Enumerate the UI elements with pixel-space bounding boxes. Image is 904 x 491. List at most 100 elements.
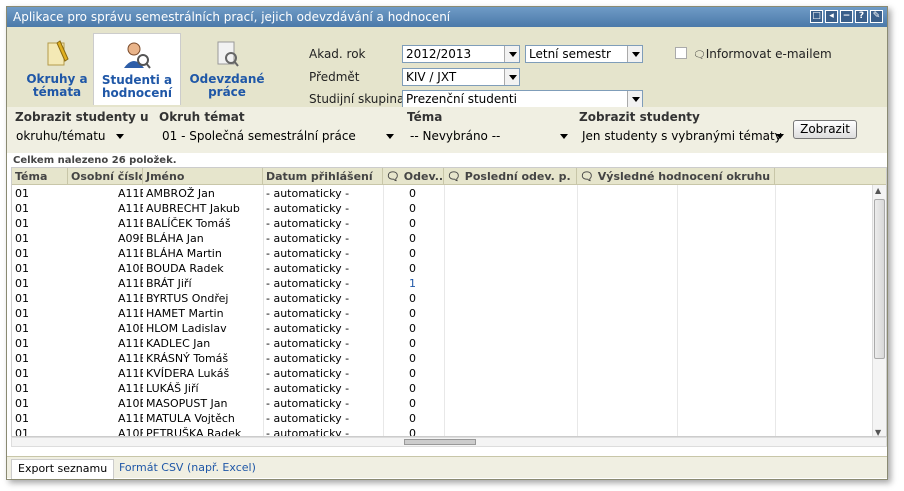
table-row[interactable]: 01 A09B0181PBLÁHA Jan - automaticky - 0 (12, 231, 874, 246)
table-cell: A11B0360P (118, 307, 143, 320)
table-cell: - automaticky - (266, 292, 350, 305)
zobrazit-studenty-select[interactable]: Jen studenty s vybranými tématy (579, 128, 787, 146)
back-icon[interactable]: ◂ (825, 10, 838, 23)
scroll-down-icon[interactable]: ▼ (875, 428, 881, 436)
restore-icon[interactable]: □ (810, 10, 823, 23)
table-cell: - automaticky - (266, 382, 350, 395)
table-cell: 0 (409, 292, 416, 305)
table-cell: 0 (409, 217, 416, 230)
scroll-thumb[interactable] (874, 199, 885, 359)
tab-okruhy[interactable]: Okruhy a témata (13, 33, 101, 105)
comment-icon: 🗨 (386, 170, 404, 183)
col-posledni[interactable]: 🗨 Poslední odev. p. (444, 168, 577, 185)
table-cell: BRÁT Jiří (146, 277, 192, 290)
table-row[interactable]: 01 A11B0421PKVÍDERA Lukáš - automaticky - 0 (12, 366, 874, 381)
table-cell: A11B0429P (118, 412, 143, 425)
zobrazit-u-select[interactable]: okruhu/tématu (13, 128, 127, 146)
table-row[interactable]: 01 A11B0311PBALÍČEK Tomáš - automaticky - 0 (12, 216, 874, 231)
zobrazit-button[interactable]: Zobrazit (793, 120, 857, 139)
filter-h4: Zobrazit studenty (579, 110, 700, 124)
table-cell: 0 (409, 262, 416, 275)
table-row[interactable]: 01 A11B0414PKRÁSNÝ Tomáš - automaticky - 0 (12, 351, 874, 366)
chevron-down-icon (627, 46, 642, 62)
table-cell: 01 (15, 247, 29, 260)
col-datum[interactable]: Datum přihlášení (263, 168, 383, 185)
scroll-up-icon[interactable]: ▲ (875, 186, 881, 195)
table-row[interactable]: 01 A11B0304PAMBROŽ Jan - automaticky - 0 (12, 186, 874, 201)
table-cell: 01 (15, 202, 29, 215)
chevron-down-icon (504, 69, 519, 85)
email-checkbox[interactable] (675, 47, 687, 59)
table-cell: - automaticky - (266, 232, 350, 245)
okruh-select[interactable]: 01 - Společná semestrální práce (159, 128, 397, 146)
vertical-scrollbar[interactable]: ▲ ▼ (872, 185, 886, 436)
csv-link[interactable]: Formát CSV (např. Excel) (119, 461, 256, 474)
table-row[interactable]: 01 A10B0633PMASOPUST Jan - automaticky - 0 (12, 396, 874, 411)
table-cell: 0 (409, 412, 416, 425)
table-cell: - automaticky - (266, 262, 350, 275)
table-cell: - automaticky - (266, 187, 350, 200)
col-tema[interactable]: Téma (12, 168, 68, 185)
table-row[interactable]: 01 A11B0426PLUKÁŠ Jiří - automaticky - 0 (12, 381, 874, 396)
tab-export[interactable]: Export seznamu (11, 459, 115, 479)
table-cell: - automaticky - (266, 427, 350, 437)
col-osobni[interactable]: Osobní číslo (68, 168, 143, 185)
table-row[interactable]: 01 A10B0655PPETRUŠKA Radek - automaticky -… (12, 426, 874, 437)
skupina-select[interactable]: Prezenční studenti (402, 90, 643, 108)
edit-icon[interactable]: ✎ (870, 10, 883, 23)
table-row[interactable]: 01 A10B0564PHLOM Ladislav - automaticky - 0 (12, 321, 874, 336)
table-cell: A10B0633P (118, 397, 143, 410)
table-cell: BOUDA Radek (146, 262, 224, 275)
tab-studenti[interactable]: Studenti a hodnocení (93, 33, 181, 105)
table-body: 01A11B0304PAMBROŽ Jan- automaticky -001A… (12, 186, 874, 437)
document-pen-icon (47, 40, 69, 66)
chevron-down-icon (504, 46, 519, 62)
table-cell: 01 (15, 187, 29, 200)
hscroll-thumb[interactable] (404, 439, 476, 445)
table-cell: 01 (15, 232, 29, 245)
help-icon[interactable]: ? (855, 10, 868, 23)
table-cell: 0 (409, 202, 416, 215)
table-cell: HAMET Martin (146, 307, 224, 320)
table-row[interactable]: 01 A11B0395PKADLEC Jan - automaticky - 0 (12, 336, 874, 351)
table-cell: - automaticky - (266, 202, 350, 215)
chevron-down-icon (627, 91, 642, 107)
table-cell: BYRTUS Ondřej (146, 292, 229, 305)
horizontal-scrollbar[interactable] (11, 437, 887, 447)
col-jmeno[interactable]: Jméno (143, 168, 263, 185)
table-row[interactable]: 01 A11B0809PBRÁT Jiří - automaticky - 1 (12, 276, 874, 291)
table-cell: 0 (409, 247, 416, 260)
table-cell: 01 (15, 352, 29, 365)
table-cell: 01 (15, 217, 29, 230)
chevron-down-icon (556, 128, 571, 144)
table-row[interactable]: 01 A11B0323PBLÁHA Martin - automaticky - 0 (12, 246, 874, 261)
table-row[interactable]: 01 A10B0530PBOUDA Radek - automaticky - 0 (12, 261, 874, 276)
table-cell: 0 (409, 187, 416, 200)
table-cell: AUBRECHT Jakub (146, 202, 240, 215)
table-row[interactable]: 01 A11B0331PBYRTUS Ondřej - automaticky - 0 (12, 291, 874, 306)
tema-select[interactable]: -- Nevybráno -- (407, 128, 571, 146)
window-controls: □ ◂ − ? ✎ (810, 10, 883, 23)
col-hodnoceni[interactable]: 🗨 Výsledné hodnocení okruhu (577, 168, 775, 185)
table-row[interactable]: 01 A11B0429PMATULA Vojtěch - automaticky -… (12, 411, 874, 426)
result-count: Celkem nalezeno 26 položek. (13, 155, 177, 166)
predmet-label: Předmět (309, 70, 360, 84)
minimize-icon[interactable]: − (840, 10, 853, 23)
col-odev[interactable]: 🗨 Odev.. (383, 168, 444, 185)
semestr-select[interactable]: Letní semestr (525, 45, 643, 63)
table-cell: - automaticky - (266, 397, 350, 410)
table-cell: 0 (409, 352, 416, 365)
table-cell: 1 (409, 277, 416, 290)
tab-odevzdane[interactable]: Odevzdané práce (183, 33, 271, 105)
table-cell: A11B0809P (118, 277, 143, 290)
table-row[interactable]: 01 A11B0360PHAMET Martin - automaticky - 0 (12, 306, 874, 321)
predmet-select[interactable]: KIV / JXT (402, 68, 520, 86)
table-cell: 01 (15, 397, 29, 410)
table-cell: A09B0181P (118, 232, 143, 245)
table-row[interactable]: 01 A11B0306PAUBRECHT Jakub - automaticky -… (12, 201, 874, 216)
akad-label: Akad. rok (309, 47, 366, 61)
top-panel: Okruhy a témata Studenti a hodnocení Odevz… (7, 27, 887, 108)
table-cell: A11B0331P (118, 292, 143, 305)
akad-select[interactable]: 2012/2013 (402, 45, 520, 63)
table-cell: - automaticky - (266, 412, 350, 425)
